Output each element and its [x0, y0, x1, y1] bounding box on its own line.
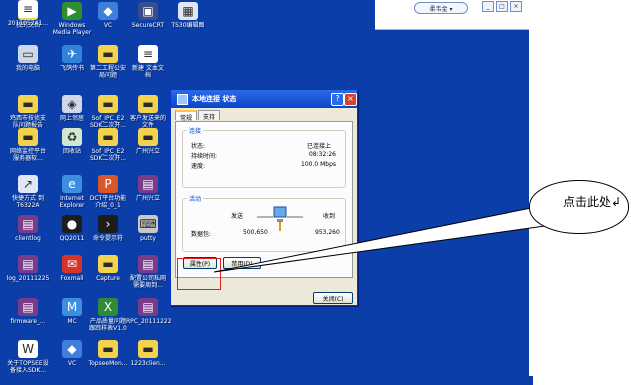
taskbar-edge — [529, 376, 533, 385]
callout-text: 点击此处↲ — [563, 195, 622, 209]
